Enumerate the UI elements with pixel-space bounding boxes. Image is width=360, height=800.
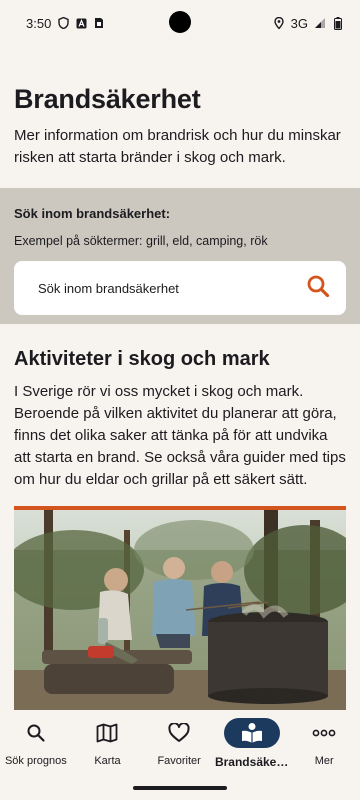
more-icon (296, 718, 352, 748)
campfire-photo (14, 510, 346, 710)
heart-icon (151, 718, 207, 748)
shield-icon (57, 17, 69, 29)
nav-label: Sök prognos (4, 755, 67, 767)
battery-icon (332, 16, 344, 30)
signal-icon (314, 17, 326, 29)
book-reader-icon (223, 718, 280, 748)
page-title: Brandsäkerhet (14, 84, 201, 114)
page-intro: Mer information om brandrisk och hur du … (14, 127, 341, 166)
search-input[interactable]: Sök inom brandsäkerhet (14, 261, 346, 315)
section-body: I Sverige rör vi oss mycket i skog och m… (14, 383, 346, 488)
search-examples: Exempel på söktermer: grill, eld, campin… (14, 234, 268, 248)
search-placeholder: Sök inom brandsäkerhet (38, 280, 179, 296)
front-camera (169, 11, 191, 33)
nav-label: Mer (314, 755, 334, 767)
search-icon[interactable] (306, 274, 330, 303)
nav-label: Favoriter (157, 755, 201, 767)
nav-label: Brandsäke… (214, 755, 289, 769)
status-time: 3:50 (26, 15, 52, 31)
search-icon (8, 718, 64, 748)
network-type: 3G (290, 15, 308, 31)
activities-section: Aktiviteter i skog och mark I Sverige rö… (14, 348, 346, 491)
page-header: Brandsäkerhet Mer information om brandri… (14, 84, 346, 169)
nav-item-sok-prognos[interactable]: Sök prognos (0, 718, 72, 800)
nav-label: Karta (94, 755, 121, 767)
sim-icon (93, 17, 105, 29)
search-title: Sök inom brandsäkerhet: (14, 206, 171, 221)
search-panel: Sök inom brandsäkerhet: Exempel på sökte… (0, 188, 360, 324)
font-icon (75, 17, 87, 29)
location-icon (273, 17, 285, 29)
activities-image[interactable] (14, 506, 346, 710)
nav-item-mer[interactable]: Mer (288, 718, 360, 800)
map-icon (79, 718, 135, 748)
home-indicator[interactable] (133, 786, 227, 790)
section-heading: Aktiviteter i skog och mark (14, 348, 270, 370)
